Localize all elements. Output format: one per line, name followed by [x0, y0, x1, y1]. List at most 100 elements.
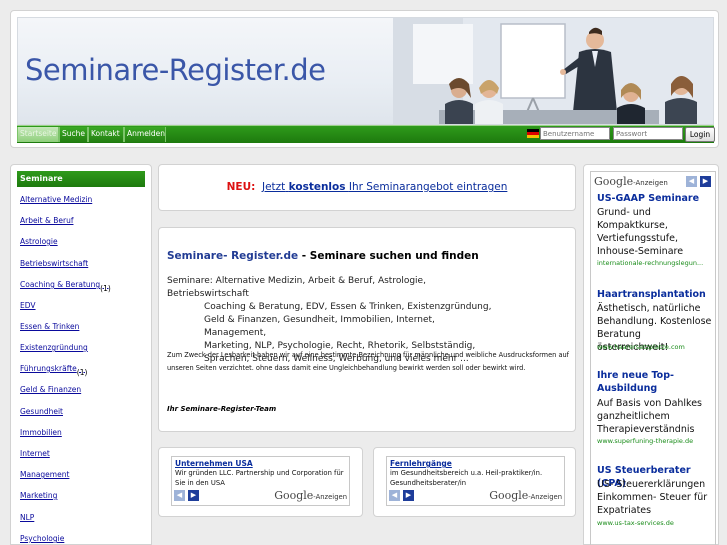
sidebar-item-label[interactable]: Immobilien: [20, 428, 62, 437]
submit-offer-link[interactable]: Jetzt kostenlos Ihr Seminarangebot eintr…: [262, 181, 507, 193]
ad-unit: Fernlehrgänge im Gesundheitsbereich u.a.…: [386, 456, 565, 506]
chevron-right-icon[interactable]: ▶: [700, 176, 711, 187]
sidebar-item-label[interactable]: Gesundheit: [20, 407, 63, 416]
sidebar-item-gesundheit[interactable]: Gesundheit: [20, 407, 63, 416]
password-input[interactable]: [613, 127, 683, 140]
link-text[interactable]: Ihr Seminarangebot eintragen: [349, 181, 508, 193]
nav-anmelden[interactable]: Anmelden: [124, 127, 166, 142]
sidebar-item-coaching-beratung[interactable]: Coaching & Beratung(1): [20, 280, 111, 293]
heading-site-name: Seminare- Register.de: [167, 250, 299, 262]
google-logo[interactable]: Google: [594, 175, 633, 188]
google-logo[interactable]: Google: [489, 489, 528, 502]
sidebar-item-count: (1): [100, 284, 111, 293]
sidebar-item-label[interactable]: Führungskräfte: [20, 364, 77, 373]
header: Seminare-Register.de Startseite Suche Ko…: [10, 10, 719, 148]
login-button[interactable]: Login: [685, 127, 715, 142]
sidebar-item-immobilien[interactable]: Immobilien: [20, 428, 62, 437]
new-offer-line: NEU: Jetzt kostenlos Ihr Seminarangebot …: [159, 181, 575, 193]
disclaimer-text: Zum Zweck der Lesbarkeit haben wir auf e…: [167, 351, 569, 372]
ads-label[interactable]: -Anzeigen: [313, 493, 347, 501]
sidebar-item-label[interactable]: Coaching & Beratung: [20, 280, 100, 289]
site-title[interactable]: Seminare-Register.de: [25, 53, 326, 87]
sidebar-item-label[interactable]: Astrologie: [20, 237, 58, 246]
ad-title[interactable]: US-GAAP Seminare: [597, 192, 699, 205]
sidebar-item-psychologie[interactable]: Psychologie: [20, 534, 64, 543]
ad-title[interactable]: Haartransplantation: [597, 288, 706, 301]
sidebar-item-internet[interactable]: Internet: [20, 449, 50, 458]
link-text[interactable]: Jetzt: [262, 181, 285, 193]
ad-title[interactable]: Fernlehrgänge: [390, 459, 452, 468]
sidebar-heading: Seminare: [17, 171, 145, 187]
sidebar-item-label[interactable]: Psychologie: [20, 534, 64, 543]
ad-unit: Unternehmen USA Wir gründen LLC. Partner…: [171, 456, 350, 506]
google-ads-label[interactable]: Google-Anzeigen: [489, 489, 562, 502]
heading-text: Seminare suchen und finden: [309, 250, 479, 262]
ad-text: US- Steuererklärungen Einkommen- Steuer …: [597, 479, 708, 516]
sidebar-item-label[interactable]: Geld & Finanzen: [20, 385, 81, 394]
sidebar-item-label[interactable]: Betriebswirtschaft: [20, 259, 88, 268]
german-flag-icon[interactable]: [527, 129, 539, 138]
intro-line: Geld & Finanzen, Gesundheit, Immobilien,…: [204, 315, 435, 338]
chevron-right-icon[interactable]: ▶: [403, 490, 414, 501]
ads-label[interactable]: -Anzeigen: [633, 179, 668, 187]
heading-separator: -: [298, 250, 310, 262]
sidebar-item-alternative-medizin[interactable]: Alternative Medizin: [20, 195, 92, 204]
ad-text: Wir gründen LLC. Partnership und Corpora…: [175, 469, 344, 487]
sidebar-item-label[interactable]: Essen & Trinken: [20, 322, 79, 331]
ad-text: im Gesundheitsbereich u.a. Heil-praktike…: [390, 469, 543, 487]
main-heading: Seminare- Register.de - Seminare suchen …: [167, 250, 479, 262]
ad-url[interactable]: www.haarersatzplatze.com: [597, 343, 685, 351]
ad-unit: Google-Anzeigen ◀ ▶ US-GAAP Seminare Gru…: [590, 171, 716, 545]
new-offer-notice: NEU: Jetzt kostenlos Ihr Seminarangebot …: [158, 164, 576, 211]
chevron-left-icon[interactable]: ◀: [686, 176, 697, 187]
sidebar-item-label[interactable]: Marketing: [20, 491, 57, 500]
chevron-left-icon[interactable]: ◀: [174, 490, 185, 501]
username-input[interactable]: [540, 127, 610, 140]
sidebar-item-betriebswirtschaft[interactable]: Betriebswirtschaft: [20, 259, 88, 268]
nav-kontakt[interactable]: Kontakt: [88, 127, 124, 142]
sidebar-item-astrologie[interactable]: Astrologie: [20, 237, 58, 246]
sidebar-item-essen-trinken[interactable]: Essen & Trinken: [20, 322, 79, 331]
banner: Seminare-Register.de: [17, 17, 714, 125]
google-ads-label[interactable]: Google-Anzeigen: [274, 489, 347, 502]
nav-startseite[interactable]: Startseite: [17, 127, 59, 142]
sidebar-item-label[interactable]: Alternative Medizin: [20, 195, 92, 204]
ad-url[interactable]: internationale-rechnungslegun...: [597, 259, 703, 267]
google-ads-label[interactable]: Google-Anzeigen: [594, 175, 668, 188]
sidebar-item-label[interactable]: Existenzgründung: [20, 343, 88, 352]
sidebar-item-label[interactable]: Arbeit & Beruf: [20, 216, 73, 225]
google-logo[interactable]: Google: [274, 489, 313, 502]
main-content: Seminare- Register.de - Seminare suchen …: [158, 227, 576, 432]
sidebar-item-label[interactable]: NLP: [20, 513, 34, 522]
sidebar-item-label[interactable]: Management: [20, 470, 69, 479]
sidebar-item-management[interactable]: Management: [20, 470, 69, 479]
sidebar-item-arbeit-beruf[interactable]: Arbeit & Beruf: [20, 216, 73, 225]
sidebar-item-count: (1): [76, 368, 88, 377]
ad-box-right: Fernlehrgänge im Gesundheitsbereich u.a.…: [373, 447, 576, 517]
nav-suche[interactable]: Suche: [59, 127, 88, 142]
ad-url[interactable]: www.us-tax-services.de: [597, 519, 674, 527]
ad-text: Auf Basis von Dahlkes ganzheitlichem The…: [597, 398, 703, 435]
chevron-left-icon[interactable]: ◀: [389, 490, 400, 501]
ad-title[interactable]: Ihre neue Top-Ausbildung: [597, 369, 713, 395]
sidebar-item-edv[interactable]: EDV: [20, 301, 36, 310]
sidebar-item-nlp[interactable]: NLP: [20, 513, 34, 522]
ad-title[interactable]: Unternehmen USA: [175, 459, 253, 468]
ad-url[interactable]: www.superfuning-therapie.de: [597, 437, 693, 445]
sidebar-item-label[interactable]: Internet: [20, 449, 50, 458]
new-label: NEU:: [226, 181, 256, 193]
ad-text: Grund- und Kompaktkurse, Vertiefungsstuf…: [597, 207, 684, 257]
ads-label[interactable]: -Anzeigen: [528, 493, 562, 501]
banner-photo: [393, 18, 713, 124]
sidebar-item-label[interactable]: EDV: [20, 301, 36, 310]
sidebar-item-geld-finanzen[interactable]: Geld & Finanzen: [20, 385, 81, 394]
intro-first-line: Seminare: Alternative Medizin, Arbeit & …: [167, 276, 426, 299]
chevron-right-icon[interactable]: ▶: [188, 490, 199, 501]
link-text-bold[interactable]: kostenlos: [289, 181, 346, 193]
sidebar-item-existenzgruendung[interactable]: Existenzgründung: [20, 343, 88, 352]
main-navbar: Startseite Suche Kontakt Anmelden Login: [17, 125, 715, 143]
sidebar-item-marketing[interactable]: Marketing: [20, 491, 57, 500]
right-ad-sidebar: Google-Anzeigen ◀ ▶ US-GAAP Seminare Gru…: [583, 164, 719, 545]
ad-box-left: Unternehmen USA Wir gründen LLC. Partner…: [158, 447, 363, 517]
sidebar-item-fuehrungskraefte[interactable]: Führungskräfte(1): [20, 364, 87, 377]
